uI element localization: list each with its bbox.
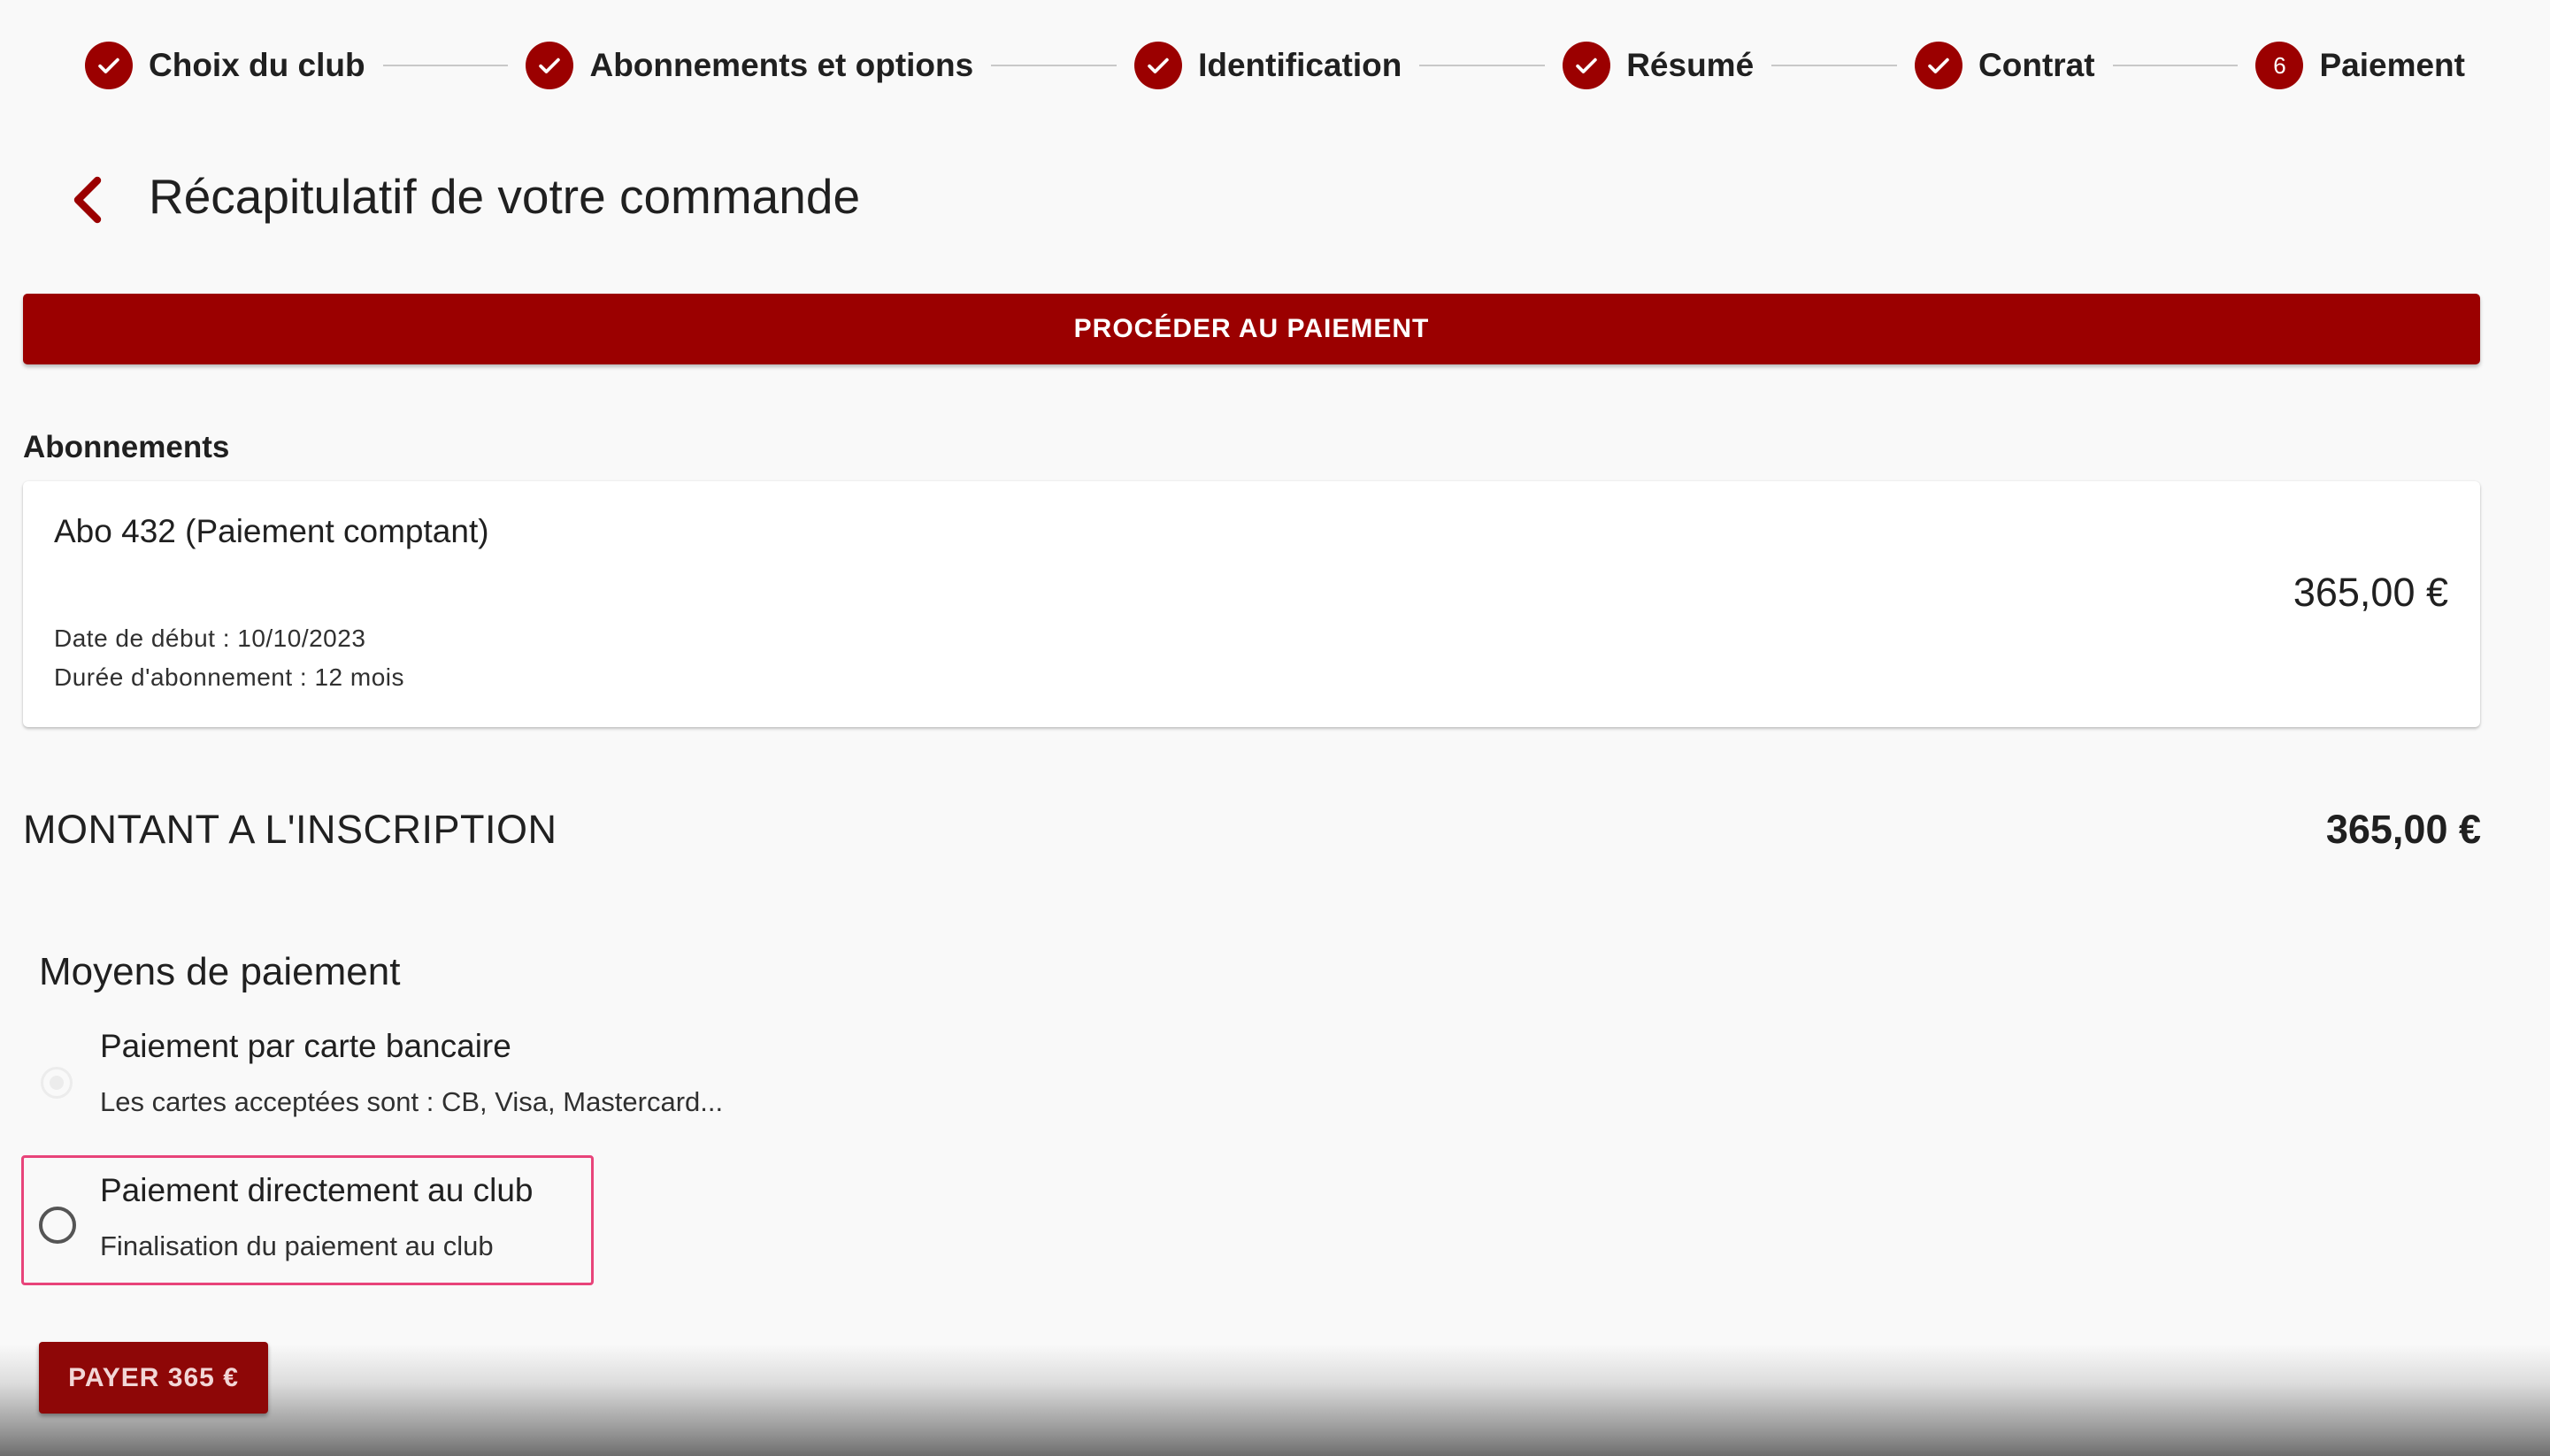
check-icon [1915,42,1963,89]
step-label: Paiement [2319,47,2465,83]
payment-option-title: Paiement directement au club [100,1172,534,1208]
club-payment-radio[interactable] [39,1207,76,1244]
step-connector [1419,65,1546,66]
page-title: Récapitulatif de votre commande [149,169,861,224]
step-label: Abonnements et options [589,47,974,83]
step-label: Contrat [1978,47,2095,83]
step-number-badge: 6 [2255,42,2304,89]
subscriptions-section-label: Abonnements [23,430,230,464]
check-icon [85,42,133,89]
check-icon [1134,42,1183,89]
payment-option-description: Finalisation du paiement au club [100,1230,494,1261]
step-label: Résumé [1626,47,1755,83]
step-contrat[interactable]: Contrat [1915,42,2095,89]
subscription-name: Abo 432 (Paiement comptant) [54,513,489,549]
step-choix-du-club[interactable]: Choix du club [85,42,365,89]
step-label: Identification [1198,47,1402,83]
step-number: 6 [2273,51,2286,79]
total-label: MONTANT A L'INSCRIPTION [23,807,557,852]
subscription-card: Abo 432 (Paiement comptant) Date de débu… [23,481,2480,727]
check-icon [526,42,574,89]
pay-button[interactable]: PAYER 365 € [39,1342,268,1414]
subscription-duration: Durée d'abonnement : 12 mois [54,663,405,691]
subscription-start-date: Date de début : 10/10/2023 [54,625,366,652]
step-abonnements-et-options[interactable]: Abonnements et options [526,42,973,89]
payment-option-title: Paiement par carte bancaire [100,1028,511,1064]
step-paiement: 6 Paiement [2255,42,2465,89]
check-icon [1563,42,1611,89]
step-connector [2112,65,2239,66]
payment-option-club[interactable]: Paiement directement au club Finalisatio… [21,1155,594,1285]
payment-option-card: Paiement par carte bancaire Les cartes a… [23,1019,819,1134]
proceed-to-payment-button[interactable]: PROCÉDER AU PAIEMENT [23,294,2480,364]
step-connector [1771,65,1898,66]
bottom-bar-shadow [0,1345,2550,1456]
checkout-stepper: Choix du club Abonnements et options Ide… [85,41,2465,90]
step-identification[interactable]: Identification [1134,42,1402,89]
back-button[interactable] [60,166,113,234]
card-payment-radio [41,1067,73,1099]
step-connector [382,65,509,66]
total-amount: 365,00 € [2325,807,2481,852]
payment-methods-title: Moyens de paiement [39,950,401,993]
payment-option-description: Les cartes acceptées sont : CB, Visa, Ma… [100,1086,724,1117]
subscription-price: 365,00 € [2293,570,2448,615]
chevron-left-icon [73,176,102,224]
step-resume[interactable]: Résumé [1563,42,1754,89]
step-label: Choix du club [149,47,365,83]
step-connector [991,65,1118,66]
